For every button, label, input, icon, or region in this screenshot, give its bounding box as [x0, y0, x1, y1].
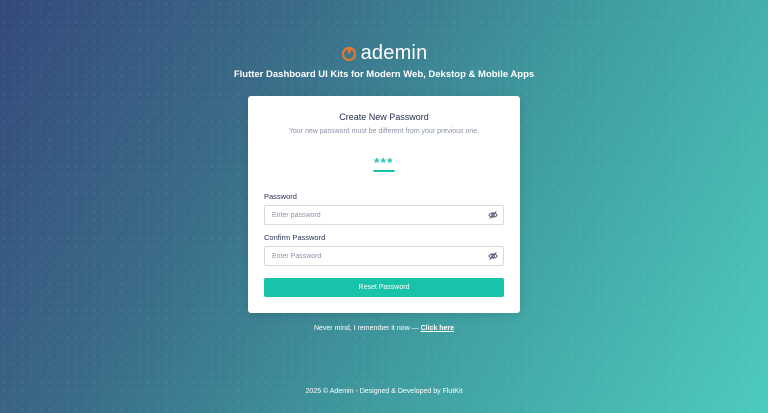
footer-copyright: 2025 © Ademin - Designed & Developed by … [305, 388, 463, 395]
confirm-password-field-wrapper [264, 246, 504, 266]
password-decoration: *** [374, 155, 394, 170]
card-title: Create New Password [339, 112, 429, 122]
reset-password-button[interactable]: Reset Password [264, 278, 504, 297]
tagline: Flutter Dashboard UI Kits for Modern Web… [233, 69, 535, 80]
decoration-underline [373, 170, 395, 172]
password-label: Password [264, 192, 297, 201]
remember-prompt: Never mind, I remember it now — Click he… [0, 325, 768, 332]
login-page: ademin Flutter Dashboard UI Kits for Mod… [0, 0, 768, 413]
click-here-link[interactable]: Click here [421, 325, 454, 332]
card-subtitle: Your new password must be different from… [288, 128, 480, 135]
password-field-wrapper [264, 205, 504, 225]
eye-off-icon[interactable] [488, 251, 498, 261]
password-input[interactable] [265, 205, 488, 225]
brand: ademin [0, 43, 768, 63]
reset-password-card: Create New Password Your new password mu… [248, 96, 520, 313]
flame-logo-icon [341, 46, 356, 61]
remember-text: Never mind, I remember it now — [313, 325, 421, 332]
confirm-password-label: Confirm Password [264, 233, 326, 242]
confirm-password-input[interactable] [265, 246, 488, 266]
eye-off-icon[interactable] [488, 210, 498, 220]
brand-name: ademin [360, 42, 428, 64]
